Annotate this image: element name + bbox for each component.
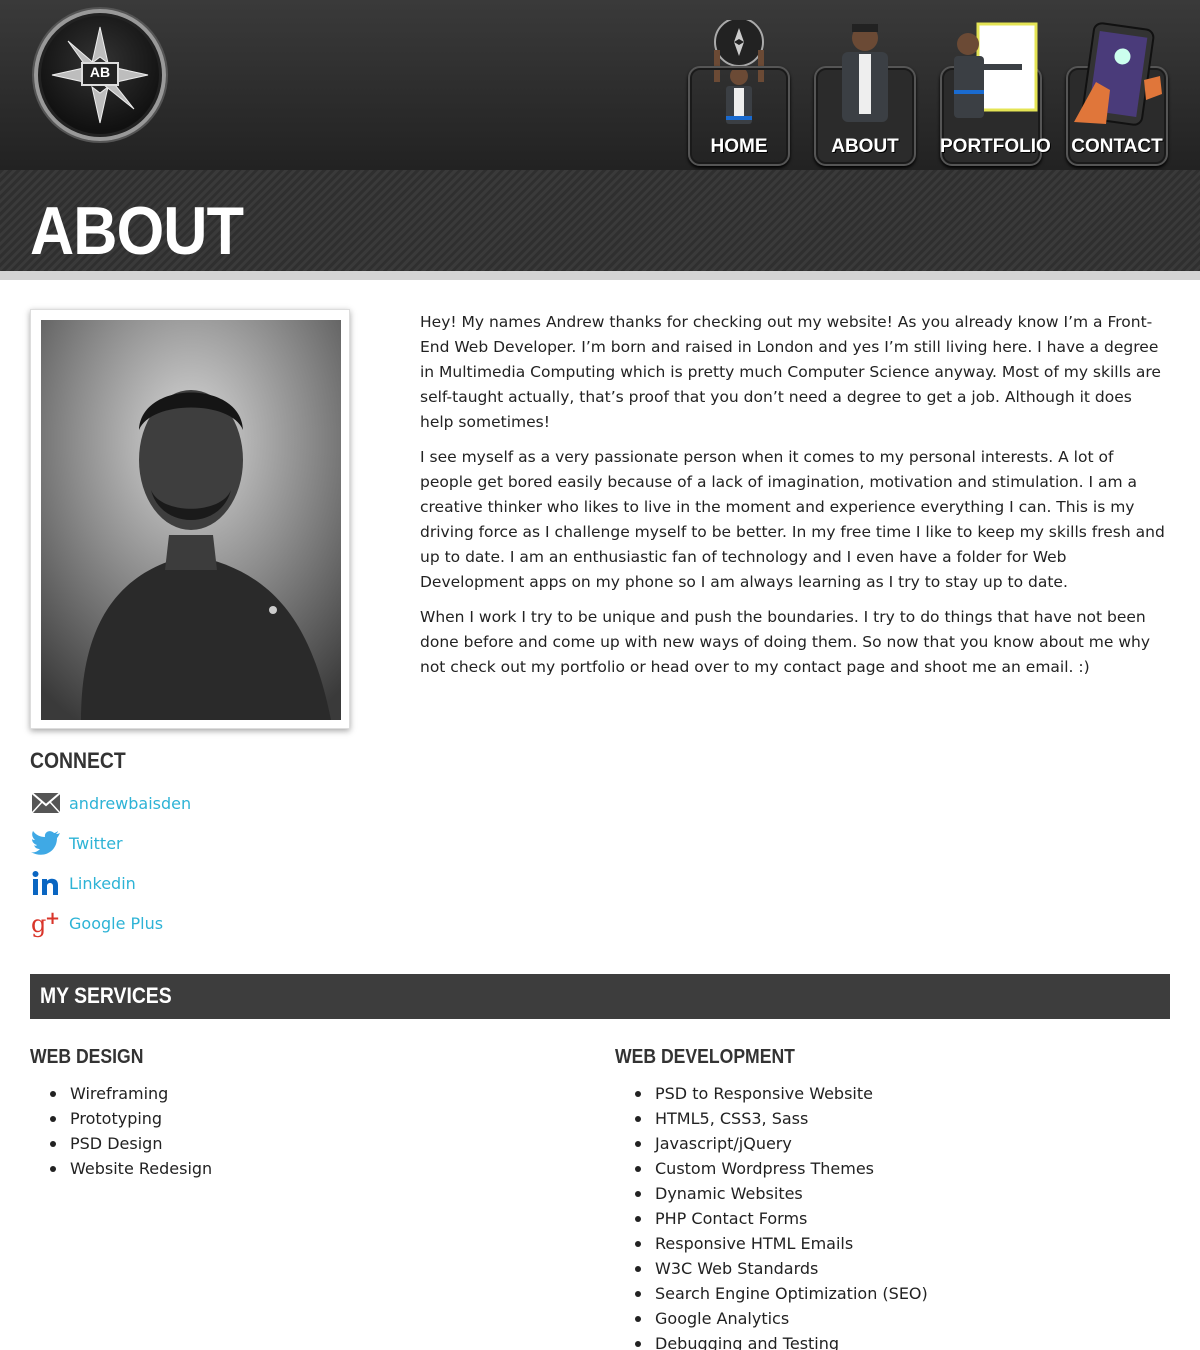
services-bar: MY SERVICES xyxy=(30,974,1170,1019)
email-link[interactable]: andrewbaisden xyxy=(69,794,191,813)
profile-photo-frame xyxy=(30,309,350,729)
nav-portfolio[interactable]: PORTFOLIO xyxy=(940,20,1051,170)
connect-item: Linkedin xyxy=(30,863,191,903)
bio-paragraph: Hey! My names Andrew thanks for checking… xyxy=(420,313,1161,431)
nav-home[interactable]: HOME xyxy=(688,20,790,170)
profile-portrait-image xyxy=(41,320,341,720)
list-item: Responsive HTML Emails xyxy=(635,1231,928,1256)
list-item: Wireframing xyxy=(50,1081,212,1106)
list-item: Dynamic Websites xyxy=(635,1181,928,1206)
profile-photo xyxy=(41,320,341,720)
twitter-icon xyxy=(30,828,62,858)
linkedin-icon xyxy=(30,868,62,898)
web-development-column: WEB DEVELOPMENT PSD to Responsive Websit… xyxy=(615,1046,928,1350)
web-design-list: Wireframing Prototyping PSD Design Websi… xyxy=(50,1081,212,1181)
list-item: PHP Contact Forms xyxy=(635,1206,928,1231)
list-item: PSD Design xyxy=(50,1131,212,1156)
page-title-band: ABOUT xyxy=(0,170,1200,280)
list-item: W3C Web Standards xyxy=(635,1256,928,1281)
site-header: AB HOME ABOUT PORTFOLIO CONTACT xyxy=(0,0,1200,170)
list-item: HTML5, CSS3, Sass xyxy=(635,1106,928,1131)
list-item: Prototyping xyxy=(50,1106,212,1131)
bio-text: Hey! My names Andrew thanks for checking… xyxy=(420,310,1170,690)
logo-text: AB xyxy=(89,64,111,80)
list-item: PSD to Responsive Website xyxy=(635,1081,928,1106)
envelope-icon xyxy=(30,788,62,818)
nav-label: ABOUT xyxy=(831,136,899,157)
site-logo[interactable]: AB xyxy=(34,9,166,141)
nav-label: PORTFOLIO xyxy=(940,136,1051,157)
connect-item: Twitter xyxy=(30,823,191,863)
bio-paragraph: When I work I try to be unique and push … xyxy=(420,608,1151,676)
linkedin-link[interactable]: Linkedin xyxy=(69,874,136,893)
list-item: Custom Wordpress Themes xyxy=(635,1156,928,1181)
bio-paragraph: I see myself as a very passionate person… xyxy=(420,448,1165,591)
google-plus-icon: g + xyxy=(30,908,62,938)
web-development-list: PSD to Responsive Website HTML5, CSS3, S… xyxy=(635,1081,928,1350)
page-title: ABOUT xyxy=(30,193,244,269)
web-design-column: WEB DESIGN Wireframing Prototyping PSD D… xyxy=(30,1046,212,1181)
list-item: Search Engine Optimization (SEO) xyxy=(635,1281,928,1306)
services-heading: MY SERVICES xyxy=(40,983,172,1008)
connect-item: g + Google Plus xyxy=(30,903,191,943)
nav-label: HOME xyxy=(710,136,768,157)
list-item: Website Redesign xyxy=(50,1156,212,1181)
list-item: Google Analytics xyxy=(635,1306,928,1331)
connect-links: andrewbaisden Twitter Linkedin g + Google… xyxy=(30,783,191,943)
list-item: Debugging and Testing xyxy=(635,1331,928,1350)
connect-item: andrewbaisden xyxy=(30,783,191,823)
nav-label: CONTACT xyxy=(1071,136,1163,157)
web-design-heading: WEB DESIGN xyxy=(30,1046,144,1068)
nav-contact[interactable]: CONTACT xyxy=(1066,20,1168,170)
list-item: Javascript/jQuery xyxy=(635,1131,928,1156)
nav-about[interactable]: ABOUT xyxy=(814,20,916,170)
web-development-heading: WEB DEVELOPMENT xyxy=(615,1046,795,1068)
twitter-link[interactable]: Twitter xyxy=(69,834,123,853)
connect-heading: CONNECT xyxy=(30,748,126,773)
svg-text:+: + xyxy=(45,908,60,929)
google-plus-link[interactable]: Google Plus xyxy=(69,914,163,933)
